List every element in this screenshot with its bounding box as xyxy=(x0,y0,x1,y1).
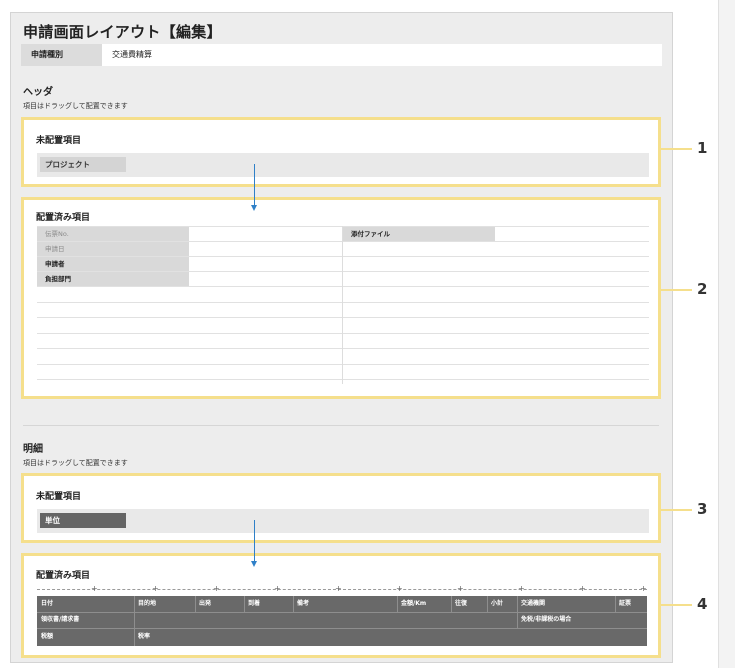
grid-row xyxy=(37,364,649,379)
section-divider xyxy=(23,425,659,426)
column-ruler: + + + + + + + + + + xyxy=(37,584,647,593)
detail-col-divider xyxy=(615,596,616,612)
marker-line xyxy=(660,509,692,511)
detail-item-round-trip[interactable]: 往復 xyxy=(455,596,467,611)
ruler-tick: + xyxy=(518,584,525,593)
detail-item-subtotal[interactable]: 小計 xyxy=(491,596,503,611)
marker-3: 3 xyxy=(697,500,708,518)
detail-unplaced-title: 未配置項目 xyxy=(36,492,82,502)
grid-row xyxy=(37,333,649,348)
header-placed-grid: 伝票No. 申請日 申請者 負担部門 添付ファイル xyxy=(37,226,649,386)
header-placed-box: 配置済み項目 伝票No. 申請日 申請者 負担部門 添付ファイル xyxy=(21,197,661,399)
application-type-label: 申請種別 xyxy=(21,44,102,66)
grid-row xyxy=(37,302,649,317)
detail-col-divider xyxy=(195,596,196,612)
detail-item-tax-amount[interactable]: 税額 xyxy=(41,629,53,644)
detail-item-departure[interactable]: 出発 xyxy=(199,596,211,611)
drag-down-arrow-icon xyxy=(251,164,257,211)
ruler-tick: + xyxy=(579,584,586,593)
detail-placed-table: 日付 目的地 出発 到着 備考 金額/Km 往復 小計 交通機関 証票 領収書/… xyxy=(37,596,647,646)
marker-1: 1 xyxy=(697,139,708,157)
detail-col-divider xyxy=(134,596,135,646)
detail-col-divider xyxy=(293,596,294,612)
detail-unplaced-tray: 単位 xyxy=(37,509,649,533)
grid-row xyxy=(37,379,649,394)
drag-down-arrow-icon xyxy=(251,520,257,567)
header-section-description: 項目はドラッグして配置できます xyxy=(23,102,128,110)
placed-item-slip-no[interactable]: 伝票No. xyxy=(37,227,189,241)
grid-row xyxy=(37,348,649,363)
detail-item-remarks[interactable]: 備考 xyxy=(297,596,309,611)
detail-unplaced-box: 未配置項目 単位 xyxy=(21,473,661,543)
detail-item-transport[interactable]: 交通機関 xyxy=(521,596,545,611)
detail-col-divider xyxy=(487,596,488,612)
application-type-row: 申請種別 交通費精算 xyxy=(21,44,662,66)
detail-item-amount-km[interactable]: 金額/Km xyxy=(401,596,426,611)
detail-col-divider xyxy=(451,596,452,612)
unplaced-item-project[interactable]: プロジェクト xyxy=(40,157,126,172)
placed-item-applicant[interactable]: 申請者 xyxy=(37,257,189,271)
detail-row xyxy=(37,628,647,646)
marker-2: 2 xyxy=(697,280,708,298)
detail-item-receipt-invoice[interactable]: 領収書/請求書 xyxy=(41,612,79,627)
marker-line xyxy=(660,148,692,150)
grid-row xyxy=(37,317,649,332)
detail-item-date[interactable]: 日付 xyxy=(41,596,53,611)
placed-item-cost-department[interactable]: 負担部門 xyxy=(37,272,189,286)
detail-item-voucher[interactable]: 証票 xyxy=(619,596,631,611)
marker-4: 4 xyxy=(697,595,708,613)
detail-section-title: 明細 xyxy=(23,444,43,455)
ruler-line xyxy=(37,589,647,590)
ruler-tick: + xyxy=(457,584,464,593)
detail-col-divider xyxy=(244,596,245,612)
grid-column-divider xyxy=(342,226,343,384)
detail-col-divider xyxy=(517,596,518,628)
ruler-tick: + xyxy=(213,584,220,593)
header-section-title: ヘッダ xyxy=(23,87,53,98)
ruler-tick: + xyxy=(152,584,159,593)
header-placed-title: 配置済み項目 xyxy=(36,213,91,223)
detail-item-tax-rate[interactable]: 税率 xyxy=(138,629,150,644)
marker-line xyxy=(660,289,692,291)
unplaced-item-unit[interactable]: 単位 xyxy=(40,513,126,528)
placed-item-application-date[interactable]: 申請日 xyxy=(37,242,189,256)
detail-section-description: 項目はドラッグして配置できます xyxy=(23,459,128,467)
detail-row xyxy=(37,596,647,611)
detail-item-tax-exempt[interactable]: 免税/非課税の場合 xyxy=(521,612,571,627)
ruler-tick: + xyxy=(640,584,647,593)
ruler-tick: + xyxy=(91,584,98,593)
ruler-tick: + xyxy=(396,584,403,593)
ruler-tick: + xyxy=(335,584,342,593)
detail-item-arrival[interactable]: 到着 xyxy=(248,596,260,611)
ruler-tick: + xyxy=(274,584,281,593)
application-type-value: 交通費精算 xyxy=(112,50,152,59)
detail-placed-box: 配置済み項目 + + + + + + + + + + 日付 目的地 出発 到着 … xyxy=(21,553,661,658)
marker-line xyxy=(660,604,692,606)
page-title: 申請画面レイアウト【編集】 xyxy=(23,23,222,41)
detail-col-divider xyxy=(397,596,398,612)
header-unplaced-box: 未配置項目 プロジェクト xyxy=(21,117,661,187)
detail-item-destination[interactable]: 目的地 xyxy=(138,596,156,611)
grid-row xyxy=(37,286,649,301)
layout-edit-panel: 申請画面レイアウト【編集】 申請種別 交通費精算 ヘッダ 項目はドラッグして配置… xyxy=(10,12,673,663)
header-unplaced-title: 未配置項目 xyxy=(36,136,82,146)
placed-item-attachment[interactable]: 添付ファイル xyxy=(343,227,495,241)
detail-placed-title: 配置済み項目 xyxy=(36,571,91,581)
scrollbar[interactable] xyxy=(718,0,735,668)
header-unplaced-tray: プロジェクト xyxy=(37,153,649,177)
